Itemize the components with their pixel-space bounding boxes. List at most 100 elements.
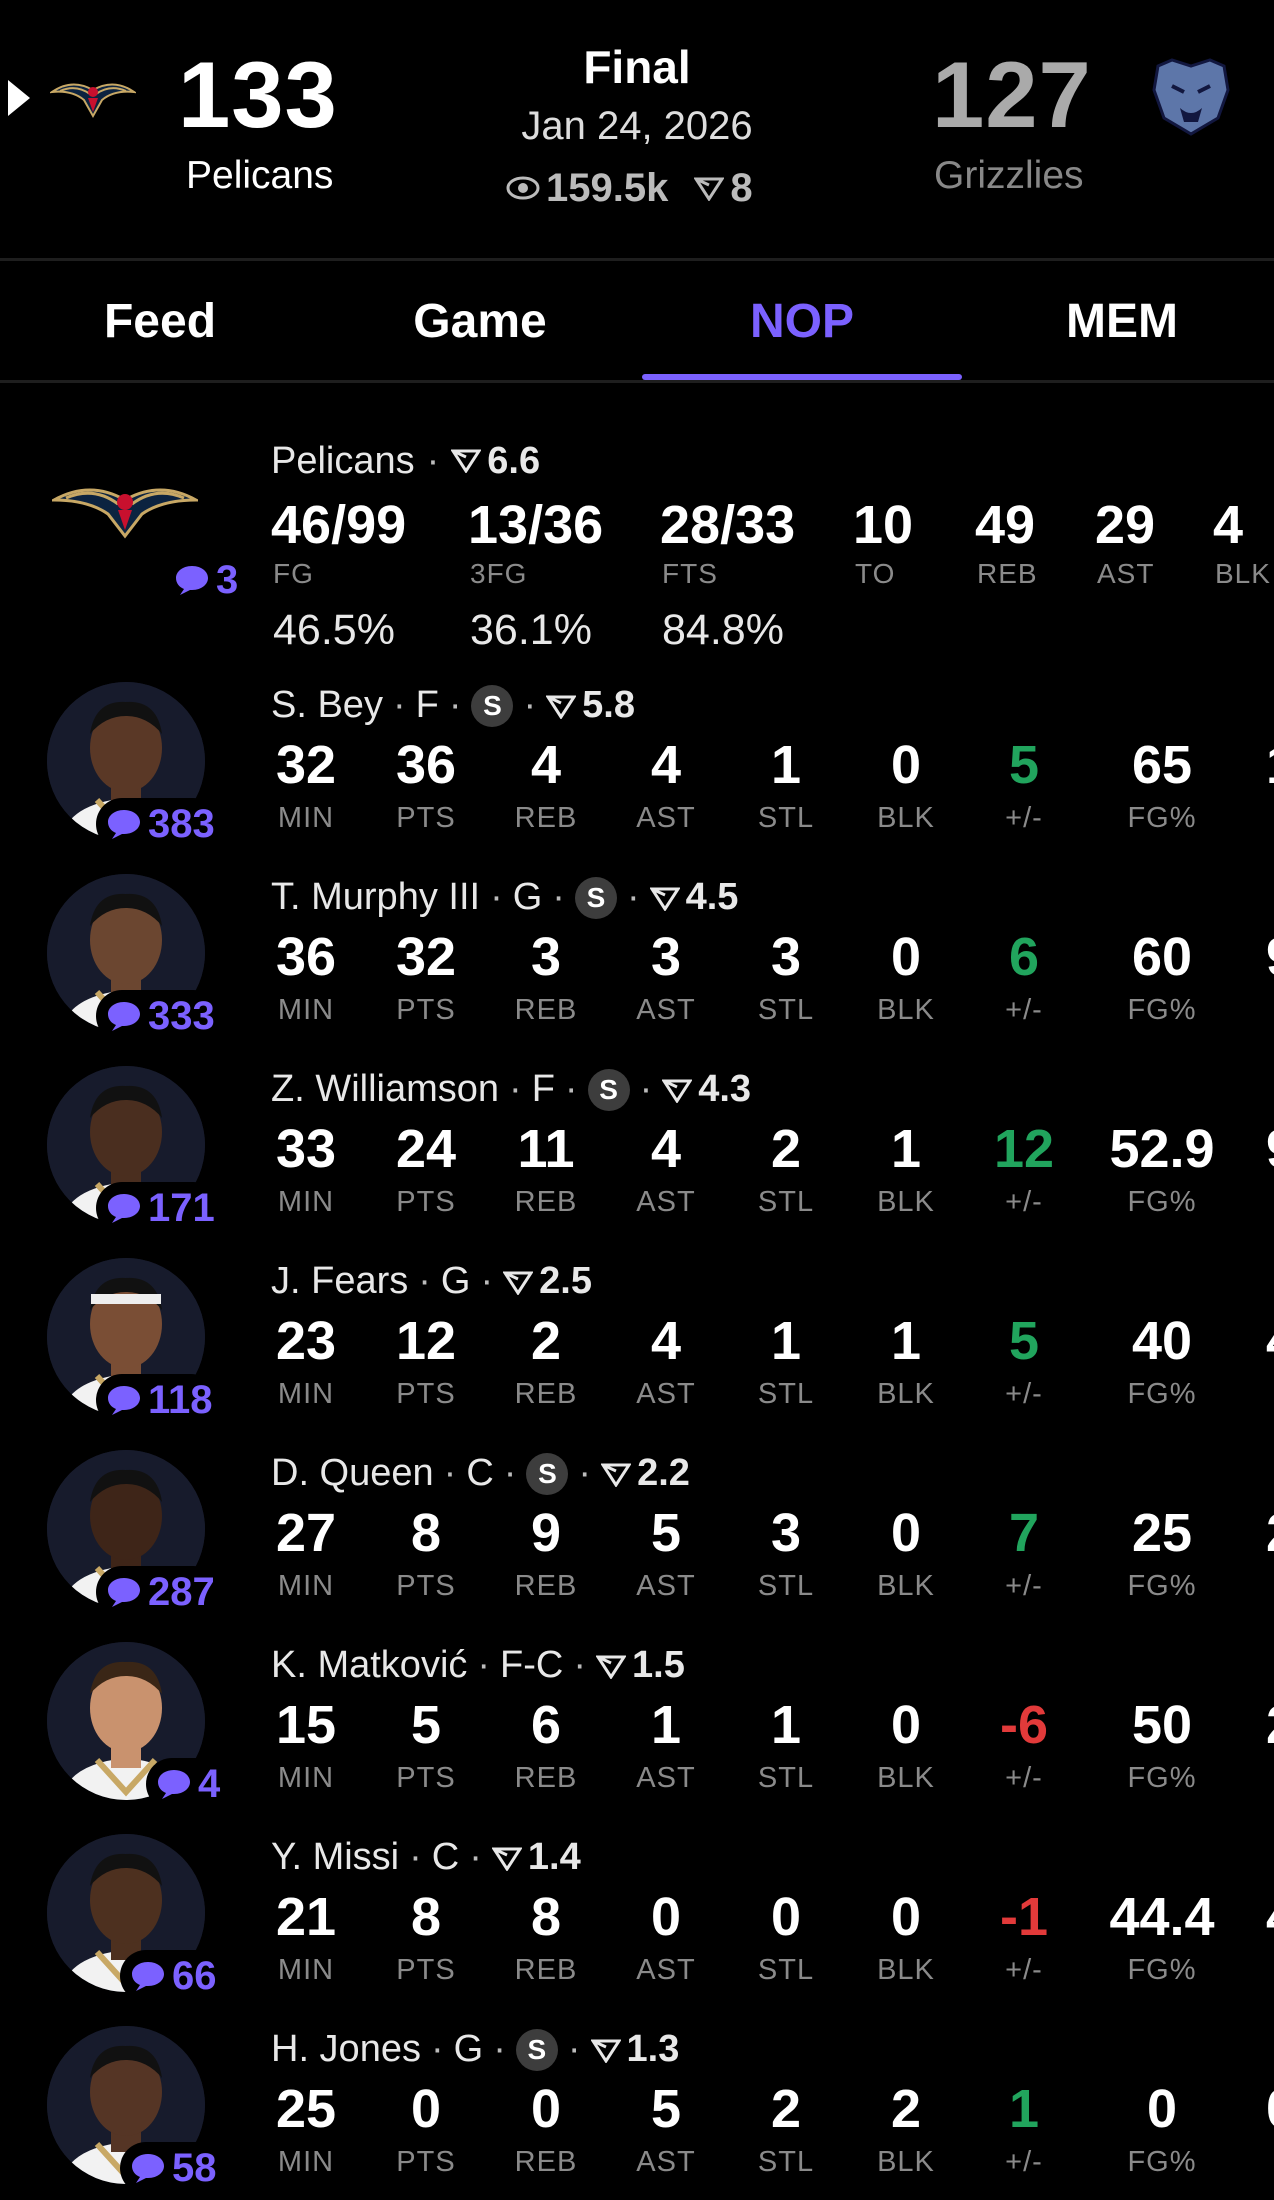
player-name-line[interactable]: S. Bey · F · S · 5.8 bbox=[271, 684, 635, 727]
game-meta: 159.5k 8 bbox=[506, 166, 753, 211]
player-stat-value: 44.4 bbox=[1109, 1887, 1215, 1947]
player-comments-count: 4 bbox=[198, 1761, 221, 1806]
team-comments[interactable]: 3 bbox=[164, 554, 243, 606]
player-name-line[interactable]: J. Fears · G · 2.5 bbox=[271, 1260, 592, 1303]
separator-dot: · bbox=[418, 1260, 431, 1302]
separator-dot: · bbox=[573, 1644, 587, 1686]
player-name-line[interactable]: Z. Williamson · F · S · 4.3 bbox=[271, 1068, 751, 1111]
player-stat-label: +/- bbox=[1005, 1954, 1043, 1986]
player-stat-value: 40 bbox=[1131, 1311, 1193, 1371]
player-stat: 25 MIN bbox=[236, 2082, 376, 2179]
views-count: 159.5k bbox=[546, 166, 669, 210]
player-comments[interactable]: 118 bbox=[96, 1374, 217, 1426]
player-comments[interactable]: 287 bbox=[96, 1566, 219, 1618]
player-stat-value: 8 bbox=[410, 1887, 442, 1947]
player-stat-value: 8 bbox=[530, 1887, 562, 1947]
player-rating: 1.3 bbox=[626, 2028, 680, 2070]
player-comments[interactable]: 58 bbox=[120, 2142, 221, 2194]
player-stat: 3 STL bbox=[716, 1506, 856, 1603]
player-stat: 27 MIN bbox=[236, 1506, 376, 1603]
player-stat-label: AST bbox=[636, 802, 696, 834]
separator-dot: · bbox=[626, 876, 640, 918]
player-stat-label: STL bbox=[757, 1378, 815, 1410]
player-comments[interactable]: 4 bbox=[146, 1758, 225, 1810]
away-score: 127 bbox=[932, 42, 1092, 147]
player-name: H. Jones bbox=[271, 2028, 421, 2070]
player-comments-count: 333 bbox=[148, 993, 215, 1038]
player-stat: 52.9 FG% bbox=[1092, 1122, 1232, 1219]
player-stat-label: STL bbox=[757, 2146, 815, 2178]
player-stat-value: -6 bbox=[999, 1695, 1048, 1755]
comment-icon bbox=[108, 1002, 140, 1031]
rating-icon bbox=[662, 1077, 693, 1103]
player-stat-value: 32 bbox=[395, 927, 457, 987]
player-comments[interactable]: 383 bbox=[96, 798, 219, 850]
player-stat-label: PTS bbox=[396, 1378, 456, 1410]
tab-feed[interactable]: Feed bbox=[0, 294, 320, 349]
player-stat-label: MIN bbox=[277, 1570, 335, 1602]
separator-dot: · bbox=[567, 2028, 581, 2070]
player-stat-value: 1 bbox=[770, 1695, 802, 1755]
player-stat: 8 PTS bbox=[356, 1890, 496, 1987]
player-stat-value: 1 bbox=[1008, 2079, 1040, 2139]
player-stat: 60 FG% bbox=[1092, 930, 1232, 1027]
tab-game[interactable]: Game bbox=[320, 294, 640, 349]
player-comments[interactable]: 66 bbox=[120, 1950, 221, 2002]
player-stat: 0 FG% bbox=[1092, 2082, 1232, 2179]
player-stat-label: AST bbox=[636, 1186, 696, 1218]
player-stat: 4 AST bbox=[596, 1314, 736, 1411]
player-name-line[interactable]: D. Queen · C · S · 2.2 bbox=[271, 1452, 690, 1495]
player-stat-label: STL bbox=[757, 1186, 815, 1218]
player-stat-label: AST bbox=[636, 2146, 696, 2178]
player-stat-overflow: 1 bbox=[1266, 738, 1274, 792]
player-stat: 8 REB bbox=[476, 1890, 616, 1987]
player-stat-value: 23 bbox=[275, 1311, 337, 1371]
player-name: D. Queen bbox=[271, 1452, 434, 1494]
player-stat-label: MIN bbox=[277, 1762, 335, 1794]
player-position: G bbox=[440, 1260, 471, 1302]
player-stat: 33 MIN bbox=[236, 1122, 376, 1219]
rating-icon bbox=[450, 440, 483, 483]
player-stat: 7 +/- bbox=[954, 1506, 1094, 1603]
rating-icon bbox=[590, 2037, 621, 2063]
player-stat-label: PTS bbox=[396, 1186, 456, 1218]
separator-dot: · bbox=[392, 684, 406, 726]
team-stat-percent: 84.8% bbox=[662, 606, 784, 654]
player-name: Y. Missi bbox=[271, 1836, 400, 1878]
player-name-line[interactable]: Y. Missi · C · 1.4 bbox=[271, 1836, 581, 1879]
team-stat-label: FTS bbox=[662, 558, 718, 589]
separator-dot: · bbox=[509, 1068, 522, 1110]
rating-icon bbox=[546, 693, 577, 719]
player-stat-value: 5 bbox=[410, 1695, 442, 1755]
player-stat-value: 3 bbox=[770, 1503, 802, 1563]
team-stat-percent: 36.1% bbox=[470, 606, 592, 654]
player-stat-value: 27 bbox=[275, 1503, 337, 1563]
player-name-line[interactable]: K. Matković · F-C · 1.5 bbox=[271, 1644, 685, 1687]
player-stat-value: 0 bbox=[1146, 2079, 1178, 2139]
player-name-line[interactable]: H. Jones · G · S · 1.3 bbox=[271, 2028, 679, 2071]
comment-icon bbox=[108, 810, 140, 839]
player-comments-count: 383 bbox=[148, 801, 215, 846]
player-stat-value: 2 bbox=[770, 2079, 802, 2139]
player-stat-value: 9 bbox=[530, 1503, 562, 1563]
player-stat-value: 4 bbox=[650, 1311, 682, 1371]
grizzlies-logo bbox=[1148, 56, 1234, 143]
player-comments[interactable]: 171 bbox=[96, 1182, 219, 1234]
separator-dot: · bbox=[578, 1452, 592, 1494]
player-stat-label: PTS bbox=[396, 1954, 456, 1986]
player-stat-value: 6 bbox=[1008, 927, 1040, 987]
player-stat-value: 21 bbox=[275, 1887, 337, 1947]
player-stat: 15 MIN bbox=[236, 1698, 376, 1795]
player-position: F bbox=[415, 684, 439, 726]
player-comments[interactable]: 333 bbox=[96, 990, 219, 1042]
player-stat-value: 8 bbox=[410, 1503, 442, 1563]
tab-mem[interactable]: MEM bbox=[962, 294, 1274, 349]
player-stat-label: REB bbox=[514, 1186, 578, 1218]
player-stat-label: +/- bbox=[1005, 1186, 1043, 1218]
team-stat-label: TO bbox=[855, 558, 896, 589]
tab-nop[interactable]: NOP bbox=[642, 294, 962, 349]
player-name-line[interactable]: T. Murphy III · G · S · 4.5 bbox=[271, 876, 738, 919]
player-name: K. Matković bbox=[271, 1644, 468, 1686]
player-stat-label: MIN bbox=[277, 1378, 335, 1410]
team-stat-label: BLK bbox=[1215, 558, 1271, 589]
